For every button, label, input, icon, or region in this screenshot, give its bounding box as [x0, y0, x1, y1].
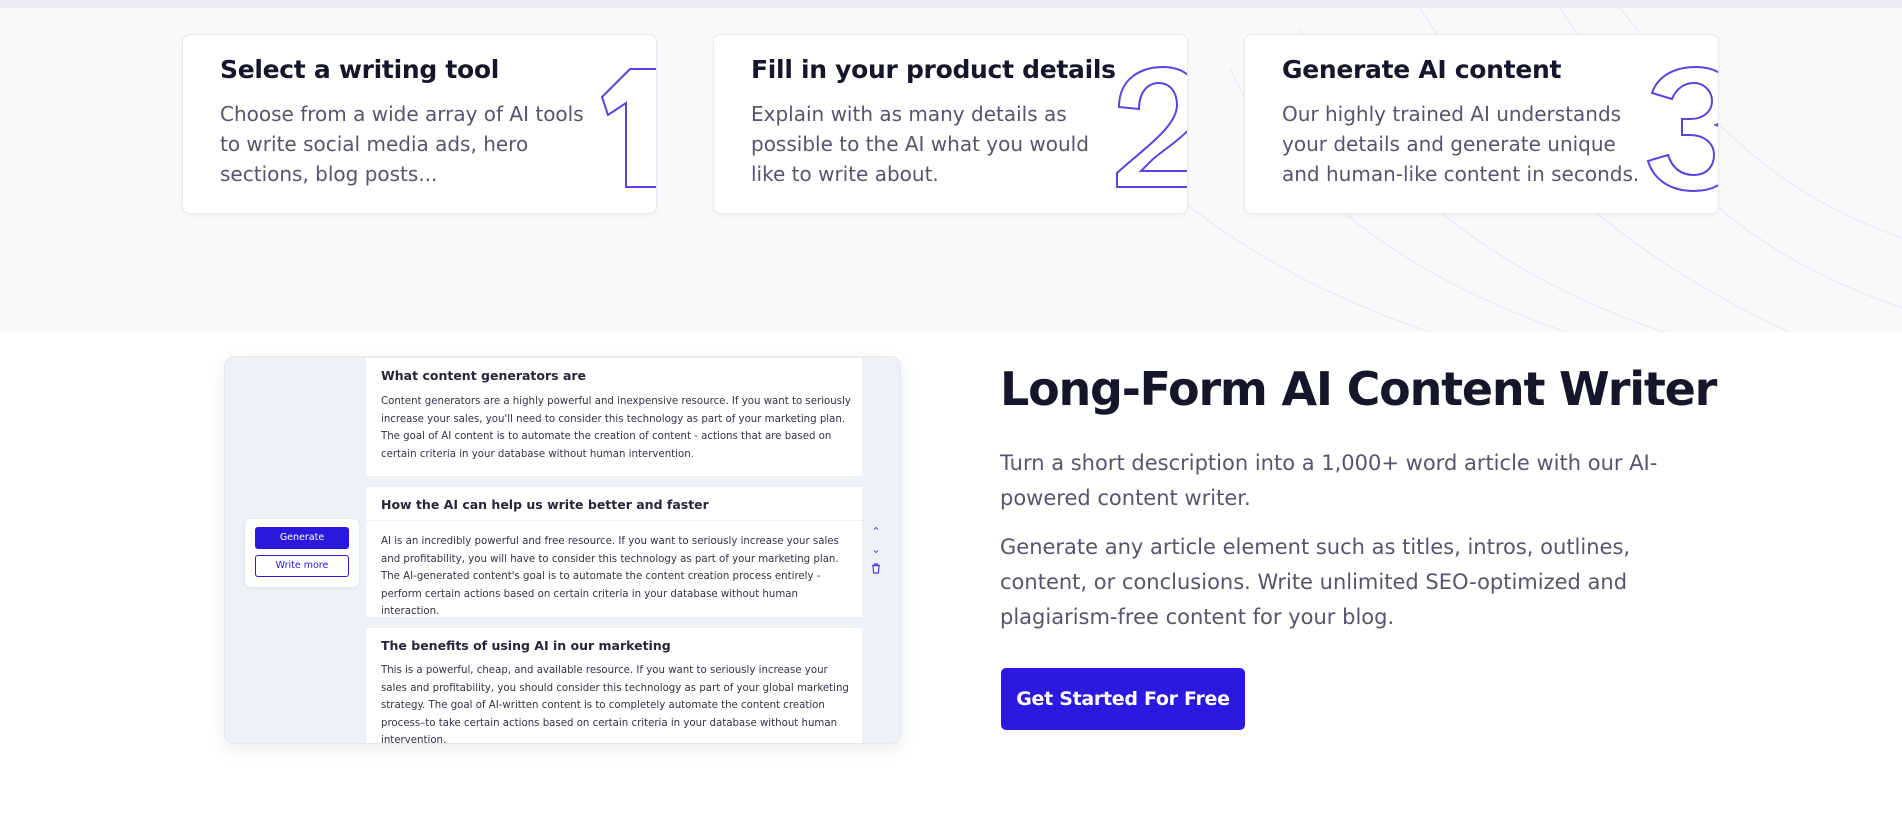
article-section-3[interactable]: The benefits of using AI in our marketin… — [365, 627, 863, 744]
step-card-3: Generate AI content Our highly trained A… — [1244, 34, 1719, 214]
step-description: Our highly trained AI understands your d… — [1282, 102, 1640, 186]
feature-paragraph-2: Generate any article element such as tit… — [1000, 535, 1631, 629]
section-body: This is a powerful, cheap, and available… — [381, 665, 849, 744]
chevron-up-icon[interactable]: ⌃ — [869, 525, 883, 538]
trash-icon[interactable] — [869, 563, 883, 577]
generate-button[interactable]: Generate — [255, 527, 349, 549]
get-started-button[interactable]: Get Started For Free — [1001, 668, 1245, 730]
step-number-1 — [600, 68, 656, 188]
action-panel: Generate Write more — [245, 519, 359, 587]
write-more-button[interactable]: Write more — [255, 555, 349, 577]
section-heading: How the AI can help us write better and … — [381, 497, 709, 512]
step-number-3 — [1646, 65, 1718, 193]
step-title: Fill in your product details — [751, 55, 1116, 84]
feature-paragraph-1: Turn a short description into a 1,000+ w… — [1000, 451, 1658, 510]
step-title: Select a writing tool — [220, 55, 500, 84]
section-heading: What content generators are — [381, 368, 587, 383]
feature-title: Long-Form AI Content Writer — [1000, 362, 1717, 416]
step-card-2: Fill in your product details Explain wit… — [713, 34, 1188, 214]
section-body: Content generators are a highly powerful… — [381, 396, 851, 460]
step-number-2 — [1116, 65, 1187, 188]
article-section-2[interactable]: How the AI can help us write better and … — [365, 486, 863, 618]
how-it-works-section: Select a writing tool Choose from a wide… — [0, 0, 1902, 332]
section-divider — [366, 520, 862, 521]
step-description: Explain with as many details as possible… — [751, 102, 1089, 186]
step-description: Choose from a wide array of AI tools to … — [220, 102, 584, 186]
chevron-down-icon[interactable]: ⌄ — [869, 543, 883, 556]
step-card-1: Select a writing tool Choose from a wide… — [182, 34, 657, 214]
section-body: AI is an incredibly powerful and free re… — [381, 536, 839, 617]
step-title: Generate AI content — [1282, 55, 1562, 84]
section-heading: The benefits of using AI in our marketin… — [381, 638, 671, 653]
editor-mockup: Generate Write more What content generat… — [224, 356, 901, 744]
article-section-1[interactable]: What content generators are Content gene… — [365, 357, 863, 477]
